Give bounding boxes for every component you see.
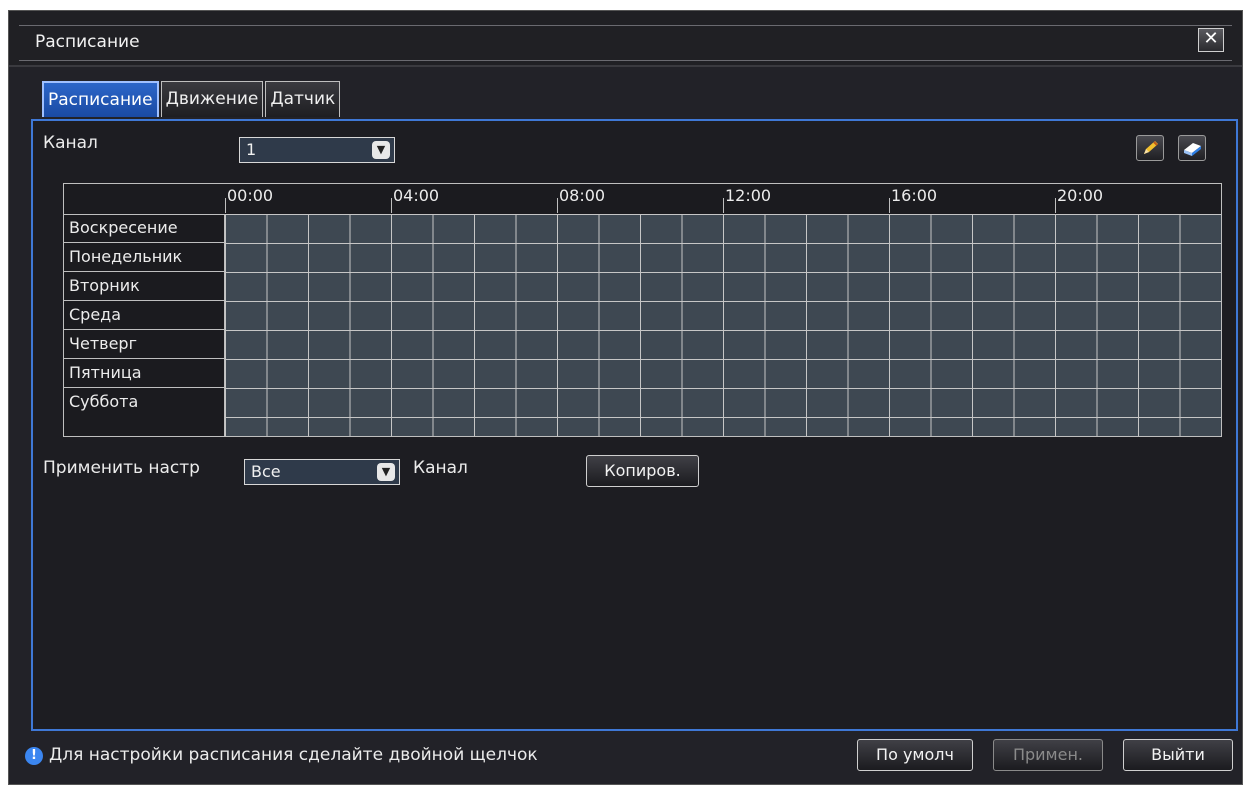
day-thursday: Четверг — [64, 330, 224, 359]
time-header: 00:00 04:00 08:00 12:00 16:00 20:00 — [64, 184, 1221, 215]
day-wednesday: Среда — [64, 301, 224, 330]
title-frame: Расписание ✕ — [19, 25, 1232, 61]
channel-select[interactable]: 1 ▼ — [239, 137, 395, 163]
close-icon: ✕ — [1203, 28, 1219, 49]
day-friday: Пятница — [64, 359, 224, 388]
copy-button[interactable]: Копиров. — [586, 455, 699, 487]
chevron-down-icon: ▼ — [372, 141, 390, 159]
pencil-icon — [1144, 141, 1158, 154]
time-label: 12:00 — [725, 186, 772, 205]
time-label: 20:00 — [1057, 186, 1104, 205]
time-tick — [889, 198, 890, 213]
default-button[interactable]: По умолч — [857, 739, 973, 771]
channel-label: Канал — [43, 133, 98, 153]
hint-text: Для настройки расписания сделайте двойно… — [49, 745, 538, 765]
tab-sensor[interactable]: Датчик — [265, 81, 341, 117]
time-tick — [225, 198, 226, 213]
time-label: 00:00 — [227, 186, 274, 205]
edit-button[interactable] — [1136, 135, 1164, 161]
day-column: Воскресение Понедельник Вторник Среда Че… — [64, 214, 225, 436]
tab-bar: Расписание Движение Датчик — [42, 81, 342, 119]
time-tick — [391, 198, 392, 213]
time-label: 08:00 — [559, 186, 606, 205]
apply-channel-value: Все — [251, 462, 281, 481]
title-bar: Расписание ✕ — [9, 11, 1242, 67]
exit-button[interactable]: Выйти — [1123, 739, 1233, 771]
day-monday: Понедельник — [64, 243, 224, 272]
schedule-panel: Канал 1 ▼ 00:00 04:00 08:00 12:00 16:00 … — [31, 119, 1238, 731]
eraser-icon — [1184, 143, 1201, 156]
day-tuesday: Вторник — [64, 272, 224, 301]
day-sunday: Воскресение — [64, 214, 224, 243]
schedule-cells[interactable] — [225, 214, 1221, 436]
close-button[interactable]: ✕ — [1198, 28, 1224, 52]
channel-value: 1 — [246, 140, 257, 159]
info-icon: ! — [25, 747, 43, 765]
schedule-window: Расписание ✕ Расписание Движение Датчик … — [8, 10, 1243, 785]
time-tick — [723, 198, 724, 213]
apply-channel-label: Канал — [413, 458, 468, 478]
time-tick — [557, 198, 558, 213]
tab-motion[interactable]: Движение — [160, 81, 264, 117]
schedule-grid: 00:00 04:00 08:00 12:00 16:00 20:00 Воск… — [63, 183, 1222, 437]
day-saturday: Суббота — [69, 392, 139, 411]
tab-schedule[interactable]: Расписание — [42, 81, 159, 117]
time-label: 04:00 — [393, 186, 440, 205]
time-label: 16:00 — [891, 186, 938, 205]
erase-button[interactable] — [1178, 135, 1206, 161]
apply-button[interactable]: Примен. — [993, 739, 1103, 771]
chevron-down-icon: ▼ — [377, 463, 395, 481]
time-tick — [1055, 198, 1056, 213]
window-title: Расписание — [35, 32, 140, 52]
apply-settings-label: Применить настр — [43, 458, 200, 478]
apply-channel-select[interactable]: Все ▼ — [244, 459, 400, 485]
